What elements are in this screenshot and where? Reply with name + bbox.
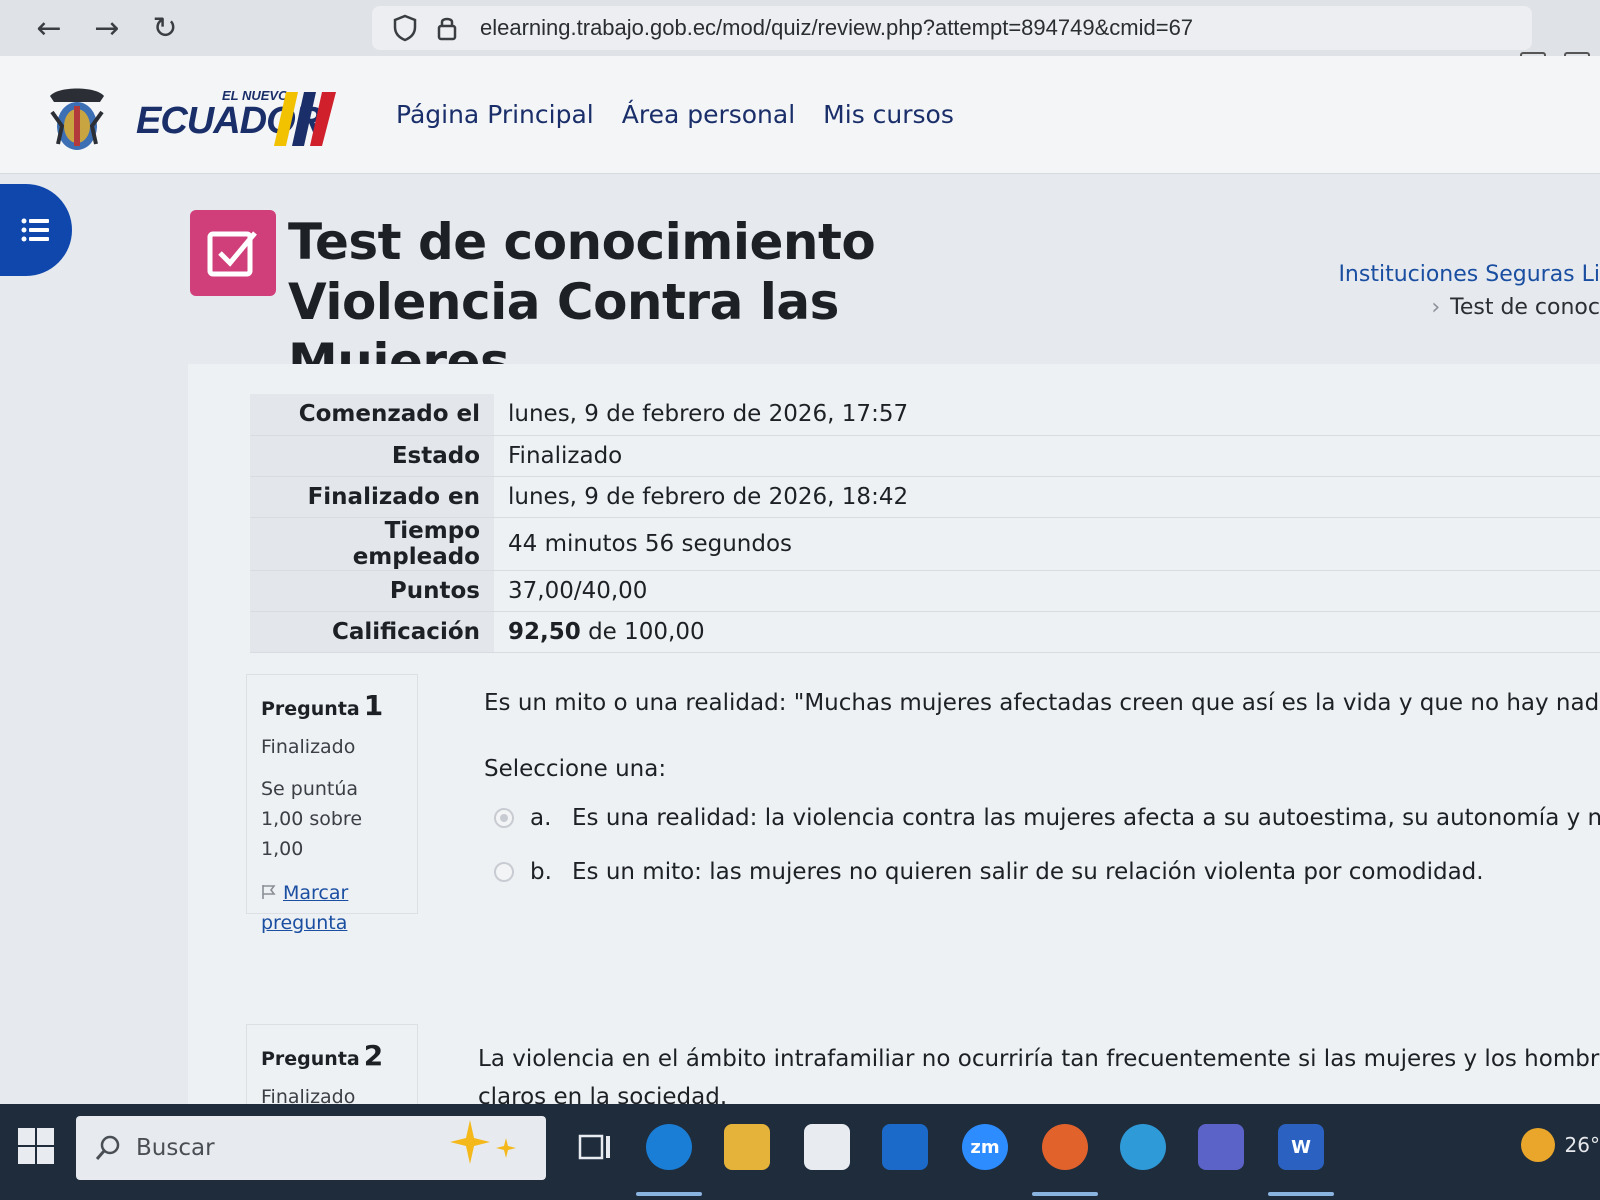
firefox-icon[interactable]: [1042, 1124, 1088, 1170]
outlook-icon[interactable]: [882, 1124, 928, 1170]
summary-value: lunes, 9 de febrero de 2026, 17:57: [494, 394, 1600, 436]
answer-text: Es una realidad: la violencia contra las…: [572, 805, 1600, 831]
search-icon: [95, 1135, 120, 1160]
summary-label: Finalizado en: [250, 476, 494, 518]
answer-letter: a.: [530, 805, 552, 831]
question-number: Pregunta 2: [261, 1039, 384, 1072]
edge-browser-icon[interactable]: [646, 1124, 692, 1170]
list-icon: [21, 218, 49, 242]
question-number: Pregunta 1: [261, 689, 384, 722]
file-explorer-icon[interactable]: [724, 1124, 770, 1170]
logo-stripes-icon: [274, 92, 336, 146]
nav-my-courses[interactable]: Mis cursos: [823, 100, 954, 129]
grade-max: de 100,00: [588, 618, 705, 645]
summary-label: Estado: [250, 435, 494, 477]
site-header: EL NUEVO ECUADOR Página Principal Área p…: [0, 56, 1600, 174]
table-row: Calificación 92,50 de 100,00: [250, 611, 1600, 653]
browser-toolbar: ← → ↻ elearning.trabajo.gob.ec/mod/quiz/…: [0, 0, 1600, 78]
ecuador-logo[interactable]: EL NUEVO ECUADOR: [136, 88, 336, 152]
main-nav: Página Principal Área personal Mis curso…: [396, 100, 954, 129]
summary-value: lunes, 9 de febrero de 2026, 18:42: [494, 476, 1600, 518]
flag-question-link[interactable]: Marcar pregunta: [261, 878, 405, 938]
answer-text: Es un mito: las mujeres no quieren salir…: [572, 859, 1484, 885]
question-1-text: Es un mito o una realidad: "Muchas mujer…: [484, 690, 1600, 716]
main-content: Comenzado el lunes, 9 de febrero de 2026…: [188, 364, 1600, 1114]
question-grade: Se puntúa 1,00 sobre 1,00: [261, 778, 363, 860]
active-app-indicator: [636, 1192, 702, 1196]
breadcrumb-item-course[interactable]: Instituciones Seguras Li: [1338, 262, 1600, 287]
answer-option-b[interactable]: b. Es un mito: las mujeres no quieren sa…: [494, 852, 1600, 892]
question-2-info: Pregunta 2 Finalizado: [246, 1024, 418, 1114]
summary-value: 37,00/40,00: [494, 570, 1600, 612]
word-icon[interactable]: W: [1278, 1124, 1324, 1170]
teams-icon[interactable]: [1198, 1124, 1244, 1170]
table-row: Comenzado el lunes, 9 de febrero de 2026…: [250, 394, 1600, 436]
table-row: Puntos 37,00/40,00: [250, 570, 1600, 612]
active-app-indicator: [1268, 1192, 1334, 1196]
quiz-activity-icon: [190, 210, 276, 296]
answer-letter: b.: [530, 859, 552, 885]
flag-icon: [262, 885, 276, 899]
nav-home[interactable]: Página Principal: [396, 100, 594, 129]
answer-prompt: Seleccione una:: [484, 756, 667, 782]
summary-value: Finalizado: [494, 435, 1600, 477]
search-app-icon[interactable]: [1120, 1124, 1166, 1170]
weather-sun-icon: [1520, 1128, 1555, 1162]
summary-label: Comenzado el: [250, 394, 494, 436]
nav-personal-area[interactable]: Área personal: [622, 100, 795, 129]
forward-arrow-icon: →: [94, 10, 120, 46]
breadcrumb: Instituciones Seguras Li › Test de conoc: [1338, 262, 1600, 320]
answer-option-a[interactable]: a. Es una realidad: la violencia contra …: [494, 798, 1600, 838]
radio-a[interactable]: [494, 808, 514, 828]
shield-icon[interactable]: [388, 11, 422, 45]
course-index-toggle-button[interactable]: [0, 184, 72, 276]
active-app-indicator: [1032, 1192, 1098, 1196]
summary-value: 44 minutos 56 segundos: [494, 517, 1600, 571]
forward-button[interactable]: →: [78, 6, 136, 50]
radio-b[interactable]: [494, 862, 514, 882]
microsoft-store-icon[interactable]: [804, 1124, 850, 1170]
url-text[interactable]: elearning.trabajo.gob.ec/mod/quiz/review…: [480, 15, 1193, 41]
table-row: Tiempo empleado 44 minutos 56 segundos: [250, 517, 1600, 571]
weather-widget[interactable]: 26°: [1520, 1128, 1600, 1162]
windows-start-icon[interactable]: [18, 1128, 54, 1164]
back-button[interactable]: ←: [20, 6, 78, 50]
grade-score: 92,50: [508, 618, 581, 645]
table-row: Estado Finalizado: [250, 435, 1600, 477]
attempt-summary-table: Comenzado el lunes, 9 de febrero de 2026…: [250, 394, 1600, 653]
question-1-info: Pregunta 1 Finalizado Se puntúa 1,00 sobr…: [246, 674, 418, 934]
question-state: Finalizado: [261, 736, 356, 758]
address-bar[interactable]: elearning.trabajo.gob.ec/mod/quiz/review…: [372, 6, 1532, 50]
summary-label: Tiempo empleado: [250, 517, 494, 571]
breadcrumb-item-quiz[interactable]: › Test de conoc: [1338, 295, 1600, 320]
summary-label: Calificación: [250, 611, 494, 653]
zoom-icon[interactable]: zm: [962, 1124, 1008, 1170]
reload-button[interactable]: ↻: [136, 6, 194, 50]
chevron-right-icon: ›: [1431, 295, 1441, 320]
temperature: 26°: [1564, 1133, 1600, 1157]
table-row: Finalizado en lunes, 9 de febrero de 202…: [250, 476, 1600, 518]
back-arrow-icon: ←: [36, 10, 62, 46]
lock-icon[interactable]: [430, 11, 464, 45]
grade-value: 92,50 de 100,00: [494, 611, 1600, 653]
reload-icon: ↻: [152, 10, 178, 46]
copilot-sparkle-icon[interactable]: [450, 1118, 530, 1174]
task-view-icon[interactable]: [572, 1124, 618, 1170]
ecuador-seal-icon[interactable]: [44, 82, 110, 154]
summary-label: Puntos: [250, 570, 494, 612]
windows-taskbar: Buscar zm W 26°: [0, 1104, 1600, 1200]
